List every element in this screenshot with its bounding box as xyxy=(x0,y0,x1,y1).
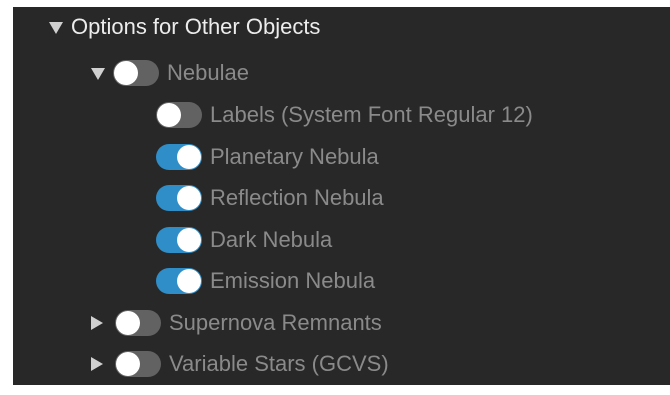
disclosure-collapsed-icon[interactable] xyxy=(91,316,103,330)
supernova-remnants-toggle[interactable] xyxy=(115,310,161,336)
disclosure-collapsed-icon[interactable] xyxy=(91,357,103,371)
emission-nebula-toggle[interactable] xyxy=(156,268,202,294)
nebula-item-labels: Labels (System Font Regular 12) xyxy=(156,97,533,133)
nebula-item-planetary: Planetary Nebula xyxy=(156,139,379,175)
group-nebulae: Nebulae xyxy=(91,55,249,91)
nebula-item-emission: Emission Nebula xyxy=(156,263,375,299)
reflection-nebula-label: Reflection Nebula xyxy=(210,185,384,210)
section-options-other-objects[interactable]: Options for Other Objects xyxy=(49,9,320,45)
nebulae-label: Nebulae xyxy=(167,60,249,85)
supernova-remnants-label: Supernova Remnants xyxy=(169,310,382,335)
nebula-item-reflection: Reflection Nebula xyxy=(156,180,384,216)
toggle-knob xyxy=(157,103,181,127)
toggle-knob xyxy=(177,145,201,169)
nebula-item-dark: Dark Nebula xyxy=(156,222,332,258)
disclosure-expanded-icon[interactable] xyxy=(49,22,63,34)
labels-label: Labels (System Font Regular 12) xyxy=(210,102,533,127)
variable-stars-toggle[interactable] xyxy=(115,351,161,377)
group-variable-stars: Variable Stars (GCVS) xyxy=(91,346,389,382)
toggle-knob xyxy=(177,228,201,252)
dark-nebula-label: Dark Nebula xyxy=(210,227,333,252)
group-supernova-remnants: Supernova Remnants xyxy=(91,305,382,341)
toggle-knob xyxy=(177,269,201,293)
reflection-nebula-toggle[interactable] xyxy=(156,185,202,211)
emission-nebula-label: Emission Nebula xyxy=(210,268,376,293)
toggle-knob xyxy=(114,61,138,85)
toggle-knob xyxy=(177,186,201,210)
nebulae-toggle[interactable] xyxy=(113,60,159,86)
variable-stars-label: Variable Stars (GCVS) xyxy=(169,351,389,376)
section-title: Options for Other Objects xyxy=(71,14,321,39)
planetary-nebula-toggle[interactable] xyxy=(156,144,202,170)
planetary-nebula-label: Planetary Nebula xyxy=(210,144,379,169)
labels-toggle[interactable] xyxy=(156,102,202,128)
options-panel: Options for Other Objects Nebulae Labels… xyxy=(13,7,670,385)
disclosure-expanded-icon[interactable] xyxy=(91,68,105,80)
dark-nebula-toggle[interactable] xyxy=(156,227,202,253)
toggle-knob xyxy=(116,352,140,376)
toggle-knob xyxy=(116,311,140,335)
